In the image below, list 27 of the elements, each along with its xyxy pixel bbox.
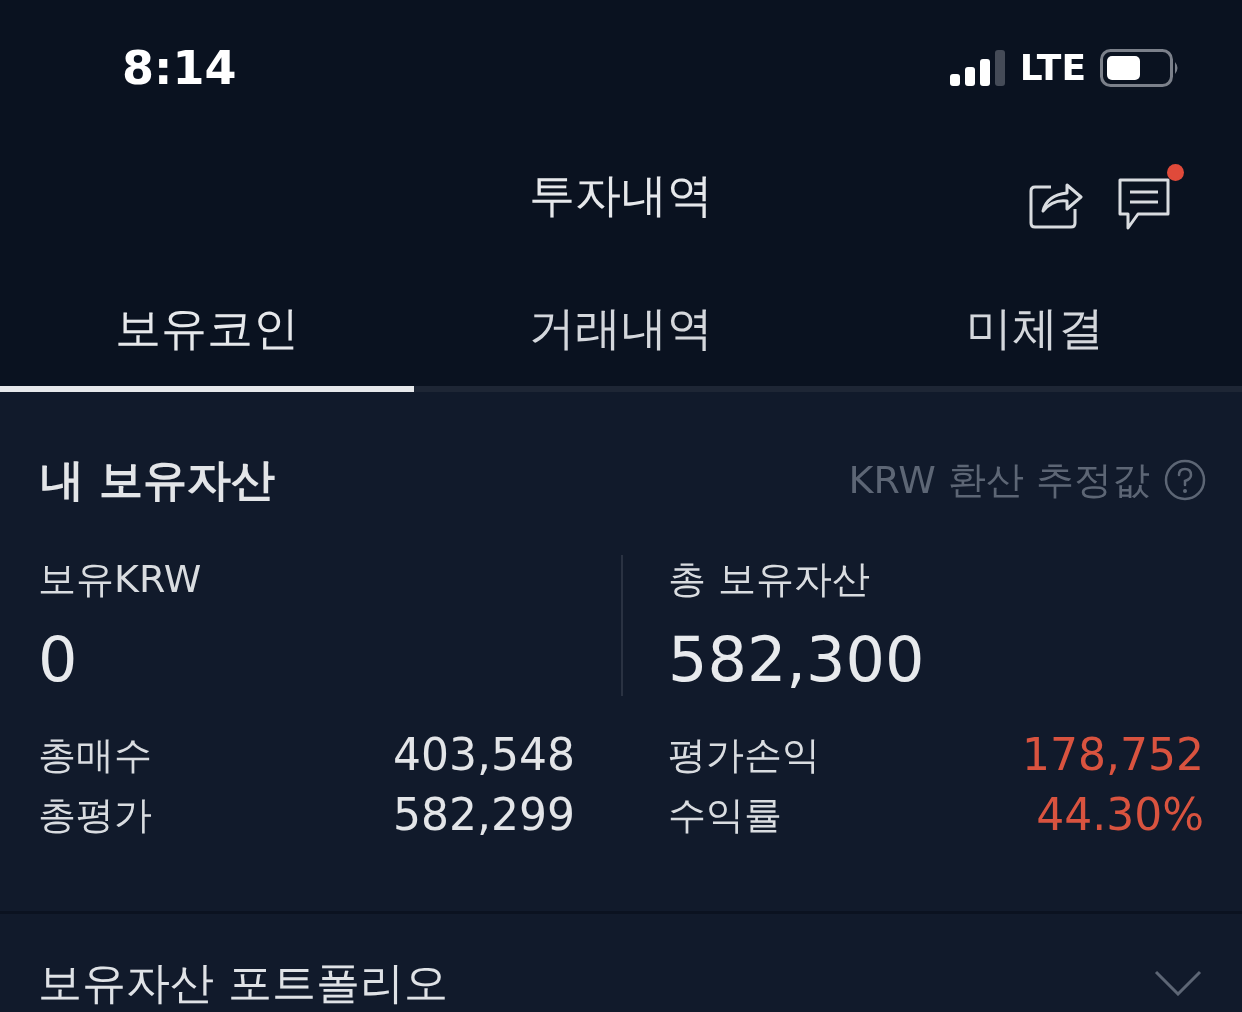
- portfolio-toggle[interactable]: 보유자산 포트폴리오: [0, 914, 1242, 1010]
- page-title: 투자내역: [529, 172, 713, 218]
- total-assets-value: 582,300: [668, 624, 925, 696]
- tab[interactable]: 미체결: [828, 254, 1242, 392]
- tab[interactable]: 보유코인: [0, 254, 414, 392]
- summary-label: 총매수: [38, 736, 152, 774]
- tab[interactable]: 거래내역: [414, 254, 828, 392]
- total-assets-label: 총 보유자산: [668, 556, 871, 603]
- summary-value: 44.30%: [1036, 793, 1204, 837]
- krw-label: 보유KRW: [38, 556, 202, 603]
- summary-value: 178,752: [1022, 733, 1204, 777]
- krw-value: 0: [38, 624, 78, 696]
- help-icon[interactable]: [1164, 459, 1206, 501]
- summary-label: 총평가: [38, 796, 152, 834]
- summary-value: 403,548: [393, 733, 575, 777]
- summary-label: 수익률: [668, 796, 782, 834]
- chat-icon: [1118, 176, 1170, 230]
- signal-icon: [949, 50, 1006, 86]
- summary-value: 582,299: [393, 793, 575, 837]
- network-label: LTE: [1019, 50, 1086, 86]
- chevron-icon: [1154, 970, 1202, 996]
- summary-label: 평가손익: [668, 736, 820, 774]
- section-title: 내 보유자산: [40, 458, 276, 502]
- battery-icon: [1100, 49, 1180, 87]
- status-time: 8:14: [122, 45, 237, 91]
- krw-estimate-note: KRW 환산 추정값: [848, 461, 1150, 499]
- chat-button[interactable]: [1118, 164, 1184, 230]
